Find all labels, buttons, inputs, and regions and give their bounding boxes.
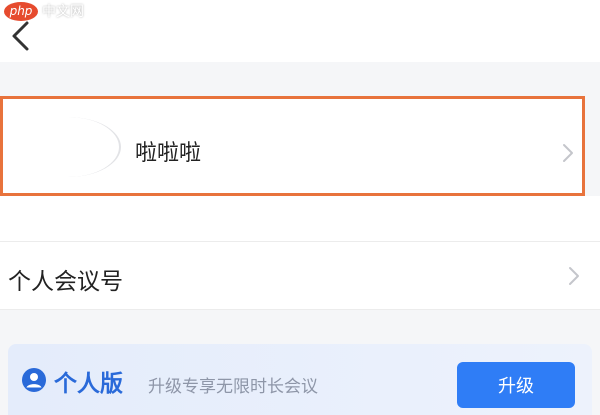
personal-meeting-id-row[interactable]: 个人会议号 xyxy=(0,242,600,310)
section-spacer xyxy=(0,196,600,242)
plan-label: 个人版 xyxy=(54,371,123,397)
back-icon[interactable] xyxy=(10,20,32,52)
profile-row[interactable]: 啦啦啦 xyxy=(0,96,585,196)
person-circle-icon xyxy=(22,368,46,392)
chevron-right-icon xyxy=(563,144,573,162)
watermark-site-text: 中文网 xyxy=(42,4,84,20)
profile-name: 啦啦啦 xyxy=(135,141,202,166)
watermark-logo: php xyxy=(4,1,38,21)
chevron-right-icon xyxy=(569,267,579,285)
top-bar xyxy=(0,0,600,62)
watermark: php 中文网 xyxy=(4,0,84,22)
avatar xyxy=(15,117,121,177)
meeting-id-label: 个人会议号 xyxy=(8,269,123,295)
plan-description: 升级专享无限时长会议 xyxy=(148,377,318,397)
upgrade-card: 个人版 升级专享无限时长会议 升级 xyxy=(8,344,592,415)
upgrade-button[interactable]: 升级 xyxy=(457,362,575,408)
